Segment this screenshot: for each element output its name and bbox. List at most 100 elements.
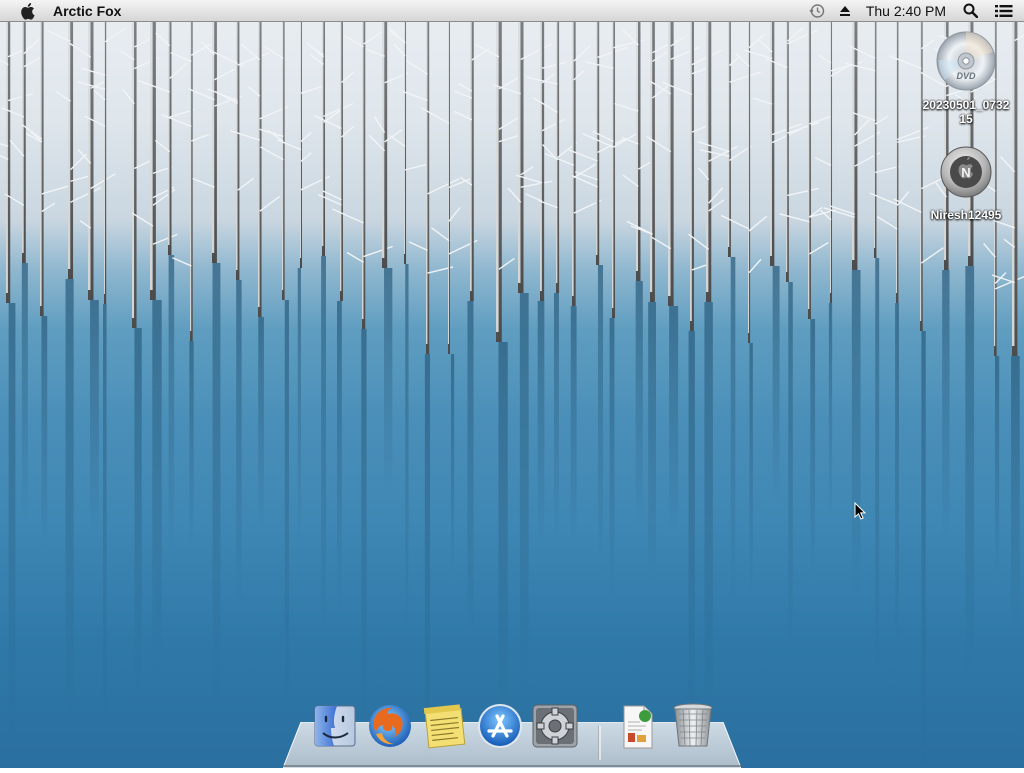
tree-snow [636,20,639,271]
tree-branch [230,130,260,141]
tree-branch [662,81,693,96]
tree-branch [748,33,765,49]
tree-reflection [90,300,99,537]
tree-branch [161,114,192,128]
tree-branch [809,115,831,125]
tree-branch [332,208,364,224]
tree-reflection [189,341,194,549]
tree-snow [808,20,810,309]
tree-snow [362,20,364,319]
tree-branch [70,186,102,203]
tree-branch [241,44,261,61]
time-machine-icon[interactable] [808,3,826,19]
tree-branch [573,45,591,62]
tree-branch [259,195,281,212]
tree-branch [306,42,324,58]
tree-reflection [749,343,753,598]
tree-snow [236,20,238,270]
tree-branch [343,34,364,48]
tree-snow [650,20,653,292]
desktop-item-install-disk[interactable]: N Niresh12495 [916,144,1016,222]
tree-branch [708,145,738,162]
tree-branch [520,180,553,188]
tree-snow [68,20,71,269]
tree-branch [341,125,355,138]
tree-branch [814,156,832,167]
tree-branch [23,56,42,68]
tree-branch [323,103,354,118]
tree-branch [7,93,33,102]
tree-reflection [450,354,455,583]
tree-branch [152,233,178,245]
notification-list-icon[interactable] [994,4,1014,18]
tree-branch [365,48,385,57]
tree-reflection [704,302,713,729]
dock-item-documents[interactable] [614,702,662,750]
tree-reflection [609,318,615,598]
tree-snow [896,20,898,293]
tree-snow [556,20,558,283]
browser-icon [369,705,411,747]
tree-branch [314,114,342,130]
tree-branch [622,174,639,188]
tree-reflection [810,319,816,579]
tree-branch [571,174,598,188]
tree-branch [317,193,342,206]
tree-snow [852,20,855,260]
tree-branch [520,42,553,61]
stickies-icon [423,704,466,749]
tree-branch [172,257,192,267]
tree-branch [9,139,25,157]
tree-branch [818,54,832,64]
tree-reflection [284,300,289,719]
tree-reflection [851,270,861,598]
tree-branch [90,173,116,190]
tree-snow [282,20,284,290]
active-app-name[interactable]: Arctic Fox [53,3,121,19]
tree-branch [47,30,71,42]
tree-branch [300,131,312,143]
tree-branch [525,193,543,202]
tree-branch [7,45,32,58]
dock-item-arctic-fox[interactable] [366,702,414,750]
tree-branch [260,146,284,161]
tree-reflection [361,329,367,727]
tree-branch [402,90,428,102]
documents-stack-icon [623,705,653,749]
apple-icon[interactable] [19,2,35,20]
tree-branch [614,102,639,112]
dock-item-app-store[interactable] [476,702,524,750]
tree-snow [88,20,91,290]
tree-branch [263,45,284,60]
menu-clock[interactable]: Thu 2:40 PM [866,3,946,19]
tree-branch [652,38,678,54]
tree-reflection [965,266,975,686]
menu-extras: Thu 2:40 PM [808,0,1024,21]
tree-reflection [258,317,264,531]
tree-snow [786,20,788,272]
tree-reflection [730,257,736,603]
tree-branch [876,216,898,230]
tree-branch [779,213,810,223]
tree-branch [41,202,56,213]
dock-item-trash[interactable] [669,702,717,750]
tree-branch [920,247,944,264]
tree-branch [104,27,126,43]
tree-branch [341,71,355,84]
tree-snow [690,20,692,321]
tree-branch [983,243,996,258]
desktop-item-dvd[interactable]: DVD 20230501_073215 [916,30,1016,126]
tree-branch [389,30,406,44]
tree-branch [259,128,284,137]
tree-branch [541,118,565,132]
dock-item-finder[interactable] [311,702,359,750]
tree-snow [340,20,342,291]
eject-icon[interactable] [838,5,852,17]
tree-branch [192,177,215,188]
spotlight-icon[interactable] [962,3,978,18]
dock-item-system-preferences[interactable] [531,702,579,750]
dock-item-stickies[interactable] [421,702,469,750]
tree-branch [474,43,500,58]
tree-snow [612,20,614,308]
tree-reflection [597,265,604,571]
